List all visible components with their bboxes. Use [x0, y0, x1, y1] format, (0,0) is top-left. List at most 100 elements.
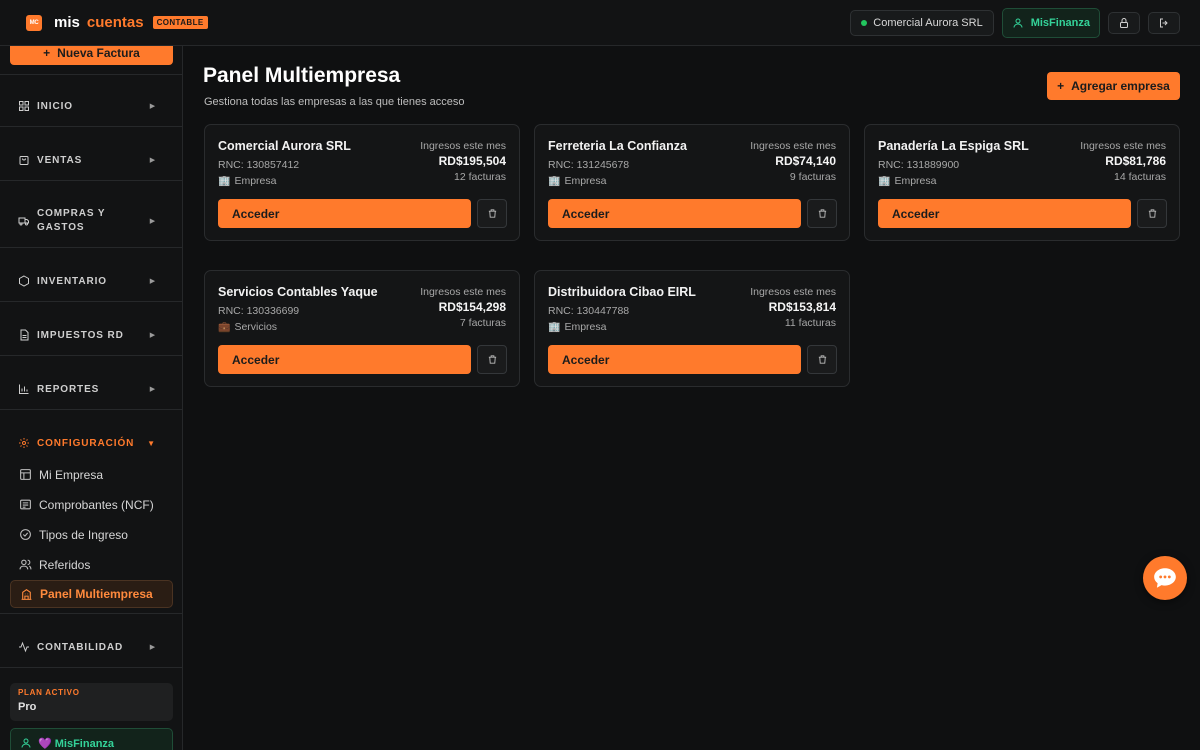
access-button[interactable]: Acceder — [548, 345, 801, 374]
delete-company-button[interactable] — [807, 345, 837, 374]
bar-chart-icon — [19, 384, 29, 394]
nav-section-label: REPORTES — [37, 383, 100, 395]
nav-section-reportes[interactable]: REPORTES ▶ — [18, 383, 158, 395]
sidebar-item-mi-empresa[interactable]: Mi Empresa — [10, 461, 173, 488]
company-card: Comercial Aurora SRL RNC: 130857412 🏢 Emp… — [204, 124, 520, 241]
misfinanza-button[interactable]: MisFinanza — [1001, 8, 1100, 38]
activity-icon — [19, 641, 29, 653]
income-amount: RD$81,786 — [1105, 154, 1166, 168]
trash-icon — [488, 209, 496, 218]
user-icon — [21, 738, 31, 748]
invoice-count: 12 facturas — [454, 171, 506, 183]
building-emoji-icon: 🏢 — [218, 175, 231, 187]
brand-logo[interactable]: MC mis cuentas CONTABLE — [26, 14, 208, 31]
bag-icon — [19, 156, 29, 165]
sidebar-item-comprobantes[interactable]: Comprobantes (NCF) — [10, 491, 173, 518]
access-button[interactable]: Acceder — [548, 199, 801, 228]
nav-section-inicio[interactable]: INICIO ▶ — [18, 100, 158, 112]
page-title: Panel Multiempresa — [203, 64, 401, 87]
nav-section-inventario[interactable]: INVENTARIO ▶ — [18, 275, 158, 287]
nav-section-label: INVENTARIO — [37, 275, 107, 287]
briefcase-emoji-icon: 💼 — [218, 321, 231, 333]
sidebar: + Nueva Factura INICIO ▶ VENTAS ▶ COMPRA… — [0, 46, 183, 750]
chat-button[interactable] — [1143, 556, 1187, 600]
nav-section-label: IMPUESTOS RD — [37, 329, 124, 341]
nav-section-impuestos[interactable]: IMPUESTOS RD ▶ — [18, 329, 158, 341]
building-emoji-icon: 🏢 — [878, 175, 891, 187]
divider — [0, 180, 182, 181]
nav-section-label-line2: GASTOS — [37, 222, 85, 233]
active-plan-box: PLAN ACTIVO Pro — [10, 683, 173, 721]
company-name: Distribuidora Cibao EIRL — [548, 285, 696, 299]
add-company-label: Agregar empresa — [1071, 79, 1170, 93]
delete-company-button[interactable] — [1137, 199, 1167, 228]
chevron-right-icon: ▶ — [149, 386, 156, 393]
sidebar-item-panel-multiempresa[interactable]: Panel Multiempresa — [10, 580, 173, 608]
income-label: Ingresos este mes — [420, 286, 506, 298]
company-type: 🏢 Empresa — [218, 175, 276, 187]
trash-icon — [818, 209, 826, 218]
lock-button[interactable] — [1108, 12, 1140, 34]
company-card: Ferreteria La Confianza RNC: 131245678 🏢… — [534, 124, 850, 241]
company-rnc: RNC: 131889900 — [878, 159, 960, 171]
status-dot-icon — [861, 20, 868, 26]
company-name: Comercial Aurora SRL — [218, 139, 351, 153]
misfinanza-button-label: MisFinanza — [1030, 17, 1090, 29]
company-type-label: Empresa — [564, 321, 607, 333]
nav-section-compras-gastos[interactable]: COMPRAS Y GASTOS ▶ — [18, 207, 158, 235]
users-icon — [19, 559, 32, 570]
nav-section-label: COMPRAS Y — [37, 208, 106, 219]
sidebar-item-label: Referidos — [39, 557, 91, 572]
company-rnc: RNC: 130447788 — [548, 305, 630, 317]
income-label: Ingresos este mes — [1080, 140, 1166, 152]
page-subtitle: Gestiona todas las empresas a las que ti… — [204, 96, 465, 108]
nav-section-configuracion[interactable]: CONFIGURACIÓN ▼ — [18, 437, 158, 449]
current-company-name: Comercial Aurora SRL — [873, 17, 983, 29]
access-button[interactable]: Acceder — [878, 199, 1131, 228]
invoice-count: 11 facturas — [784, 317, 836, 329]
sidebar-item-referidos[interactable]: Referidos — [10, 551, 173, 578]
access-button[interactable]: Acceder — [218, 199, 471, 228]
trash-icon — [1148, 209, 1156, 218]
brand-name-cuentas: cuentas — [86, 14, 144, 31]
income-amount: RD$74,140 — [775, 154, 836, 168]
current-company-selector[interactable]: Comercial Aurora SRL — [850, 10, 994, 36]
divider — [0, 126, 182, 127]
new-invoice-button[interactable]: + Nueva Factura — [10, 46, 173, 65]
user-icon — [1013, 18, 1023, 28]
add-company-button[interactable]: + Agregar empresa — [1047, 72, 1180, 100]
nav-section-ventas[interactable]: VENTAS ▶ — [18, 154, 158, 166]
income-amount: RD$153,814 — [768, 300, 836, 314]
delete-company-button[interactable] — [807, 199, 837, 228]
divider — [0, 74, 182, 75]
logout-icon — [1160, 18, 1168, 28]
chevron-right-icon: ▶ — [149, 157, 156, 164]
divider — [0, 613, 182, 614]
company-type: 🏢 Empresa — [548, 321, 606, 333]
company-card: Servicios Contables Yaque RNC: 130336699… — [204, 270, 520, 387]
company-name: Ferreteria La Confianza — [548, 139, 687, 153]
company-rnc: RNC: 131245678 — [548, 159, 630, 171]
sidebar-misfinanza-button[interactable]: 💜 MisFinanza — [10, 728, 173, 750]
company-type-label: Empresa — [894, 175, 937, 187]
company-type-label: Empresa — [564, 175, 607, 187]
logout-button[interactable] — [1148, 12, 1180, 34]
company-type: 💼 Servicios — [218, 321, 277, 333]
company-name: Servicios Contables Yaque — [218, 285, 378, 299]
delete-company-button[interactable] — [477, 199, 507, 228]
delete-company-button[interactable] — [477, 345, 507, 374]
sidebar-item-tipos-ingreso[interactable]: Tipos de Ingreso — [10, 521, 173, 548]
sidebar-item-label: Panel Multiempresa — [40, 587, 153, 601]
lock-icon — [1120, 18, 1128, 28]
chevron-right-icon: ▶ — [149, 278, 156, 285]
nav-section-contabilidad[interactable]: CONTABILIDAD ▶ — [18, 641, 158, 653]
receipt-icon — [20, 499, 31, 510]
access-button[interactable]: Acceder — [218, 345, 471, 374]
plus-icon: + — [1057, 79, 1065, 93]
truck-icon — [18, 217, 29, 226]
divider — [0, 247, 182, 248]
divider — [0, 301, 182, 302]
plan-value: Pro — [18, 701, 37, 713]
gear-icon — [19, 438, 29, 448]
income-label: Ingresos este mes — [420, 140, 506, 152]
